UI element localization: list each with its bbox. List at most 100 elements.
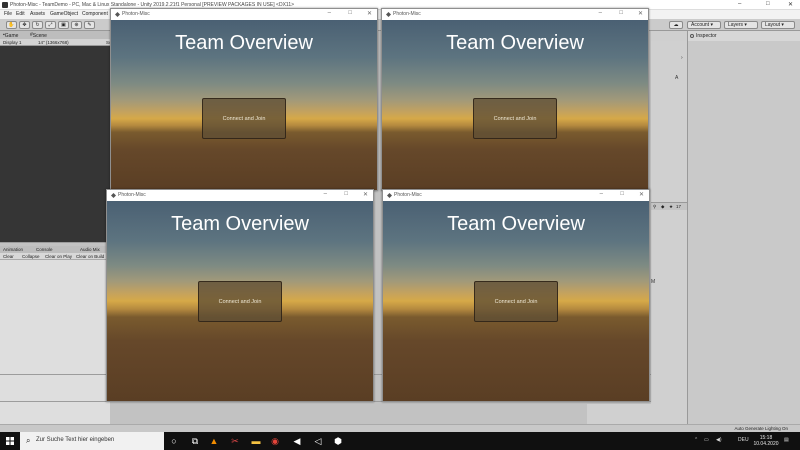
team-overview-heading: Team Overview xyxy=(175,32,313,54)
menu-gameobject[interactable]: GameObject xyxy=(50,11,78,17)
unity-icon xyxy=(111,193,116,198)
chrome-icon[interactable]: ◉ xyxy=(269,435,281,447)
unity-icon xyxy=(387,193,392,198)
network-icon[interactable]: ▭ xyxy=(704,437,709,443)
game-window-4[interactable]: Photon-Misc – □ ✕ Team Overview Connect … xyxy=(382,189,650,402)
window-title-bar[interactable]: Photon-Misc – □ ✕ xyxy=(111,9,377,20)
transform-tool-button[interactable]: ⊕ xyxy=(71,21,82,29)
project-count: 17 xyxy=(676,204,682,209)
vlc-icon[interactable]: ▲ xyxy=(208,435,220,447)
team-overview-heading: Team Overview xyxy=(446,32,584,54)
console-clear-on-play-button[interactable]: Clear on Play xyxy=(45,254,72,259)
game-scene: Team Overview Connect and Join xyxy=(107,201,373,401)
game-view-canvas[interactable] xyxy=(0,46,110,242)
window-title-bar[interactable]: Photon-Misc – □ ✕ xyxy=(107,190,373,201)
hand-tool-button[interactable]: ✋ xyxy=(6,21,17,29)
cortana-icon[interactable]: ○ xyxy=(168,435,180,447)
minimize-icon[interactable]: – xyxy=(599,10,602,16)
game-view-tabs: ▪ Game # Scene xyxy=(0,31,110,39)
rect-tool-button[interactable]: ▣ xyxy=(58,21,69,29)
unity-taskbar-icon[interactable]: ⬢ xyxy=(332,435,344,447)
cloud-icon[interactable]: ☁ xyxy=(669,21,683,29)
star-icon[interactable]: ★ xyxy=(669,204,673,210)
file-explorer-icon[interactable]: ▬ xyxy=(250,435,262,447)
game-window-3[interactable]: Photon-Misc – □ ✕ Team Overview Connect … xyxy=(106,189,374,402)
taskbar-clock[interactable]: 15:18 10.04.2020 xyxy=(752,435,780,447)
menu-edit[interactable]: Edit xyxy=(16,11,25,17)
game-view-toolbar: Display 1 14" (1366x768) Sc xyxy=(0,39,111,46)
window-title-bar[interactable]: Photon-Misc – □ ✕ xyxy=(382,9,648,20)
connect-and-join-button[interactable]: Connect and Join xyxy=(202,98,286,139)
tab-game[interactable]: ▪ Game xyxy=(3,32,18,39)
inspector-panel[interactable] xyxy=(687,41,800,424)
window-title-bar[interactable]: Photon-Misc – □ ✕ xyxy=(383,190,649,201)
close-icon[interactable]: ✕ xyxy=(363,191,368,198)
foldout-icon: M xyxy=(651,279,656,285)
close-icon[interactable]: ✕ xyxy=(639,191,644,198)
language-indicator[interactable]: DEU xyxy=(738,437,749,443)
game-scene: Team Overview Connect and Join xyxy=(111,20,377,190)
layout-dropdown[interactable]: Layout ▾ xyxy=(761,21,795,29)
tab-console[interactable]: Console xyxy=(36,247,53,252)
connect-and-join-button[interactable]: Connect and Join xyxy=(473,98,557,139)
console-toolbar: Clear Collapse Clear on Play Clear on Bu… xyxy=(0,253,110,260)
connect-and-join-button[interactable]: Connect and Join xyxy=(198,281,282,322)
filter-icon[interactable]: ⚲ xyxy=(653,204,656,210)
display-dropdown[interactable]: Display 1 xyxy=(3,40,22,45)
console-clear-button[interactable]: Clear xyxy=(3,254,14,259)
maximize-icon[interactable]: □ xyxy=(348,10,352,16)
menu-component[interactable]: Component xyxy=(82,11,108,17)
console-log-area[interactable] xyxy=(0,260,110,424)
tab-animation[interactable]: Animation xyxy=(3,247,23,252)
move-tool-button[interactable]: ✥ xyxy=(19,21,30,29)
inspector-tab[interactable]: Inspector xyxy=(687,31,800,41)
menu-file[interactable]: File xyxy=(4,11,12,17)
team-overview-heading: Team Overview xyxy=(447,213,585,235)
task-view-icon[interactable]: ⧉ xyxy=(189,435,201,447)
game-window-1[interactable]: Photon-Misc – □ ✕ Team Overview Connect … xyxy=(110,8,378,191)
account-label: Account xyxy=(691,22,710,28)
visual-studio-icon[interactable]: ◁ xyxy=(312,435,324,447)
tab-audio-mixer[interactable]: Audio Mix xyxy=(80,247,100,252)
game-window-2[interactable]: Photon-Misc – □ ✕ Team Overview Connect … xyxy=(381,8,649,191)
info-icon xyxy=(690,34,694,38)
console-clear-on-build-button[interactable]: Clear on Build xyxy=(76,254,104,259)
tray-chevron-icon[interactable]: ⌃ xyxy=(694,437,698,443)
tag-icon[interactable]: ◆ xyxy=(661,204,664,210)
resolution-dropdown[interactable]: 14" (1366x768) xyxy=(38,40,69,45)
custom-tool-button[interactable]: ✎ xyxy=(84,21,95,29)
project-panel[interactable] xyxy=(587,404,687,424)
maximize-icon[interactable]: □ xyxy=(344,191,348,197)
taskbar-search-box[interactable]: ⌕ Zur Suche Text hier eingeben xyxy=(20,432,164,450)
volume-icon[interactable]: ◀) xyxy=(716,437,722,443)
notification-icon[interactable]: ▤ xyxy=(784,437,789,443)
rotate-tool-button[interactable]: ↻ xyxy=(32,21,43,29)
close-icon[interactable]: ✕ xyxy=(367,10,372,17)
minimize-icon[interactable]: – xyxy=(328,10,331,16)
game-scene: Team Overview Connect and Join xyxy=(383,201,649,401)
search-icon: ⌕ xyxy=(26,436,31,445)
console-collapse-button[interactable]: Collapse xyxy=(22,254,40,259)
menu-assets[interactable]: Assets xyxy=(30,11,45,17)
maximize-icon[interactable]: □ xyxy=(620,191,624,197)
close-icon[interactable]: ✕ xyxy=(788,1,793,8)
minimize-icon[interactable]: – xyxy=(600,191,603,197)
close-icon[interactable]: ✕ xyxy=(638,10,643,17)
tab-scene[interactable]: # Scene xyxy=(30,32,47,39)
snipping-tool-icon[interactable]: ✂ xyxy=(229,435,241,447)
foldout-icon: › xyxy=(681,55,683,61)
connect-and-join-button[interactable]: Connect and Join xyxy=(474,281,558,322)
windows-start-icon[interactable] xyxy=(0,432,20,450)
media-player-icon[interactable]: ◀ xyxy=(291,435,303,447)
window-title: Photon-Misc xyxy=(394,192,422,198)
layers-dropdown[interactable]: Layers ▾ xyxy=(724,21,758,29)
layers-label: Layers xyxy=(728,22,744,28)
maximize-icon[interactable]: □ xyxy=(766,1,770,7)
minimize-icon[interactable]: – xyxy=(738,1,741,7)
minimize-icon[interactable]: – xyxy=(324,191,327,197)
hierarchy-panel[interactable]: A › M xyxy=(651,41,687,424)
clock-date: 10.04.2020 xyxy=(753,441,779,447)
scale-tool-button[interactable]: ⤢ xyxy=(45,21,56,29)
account-dropdown[interactable]: Account ▾ xyxy=(687,21,721,29)
maximize-icon[interactable]: □ xyxy=(619,10,623,16)
